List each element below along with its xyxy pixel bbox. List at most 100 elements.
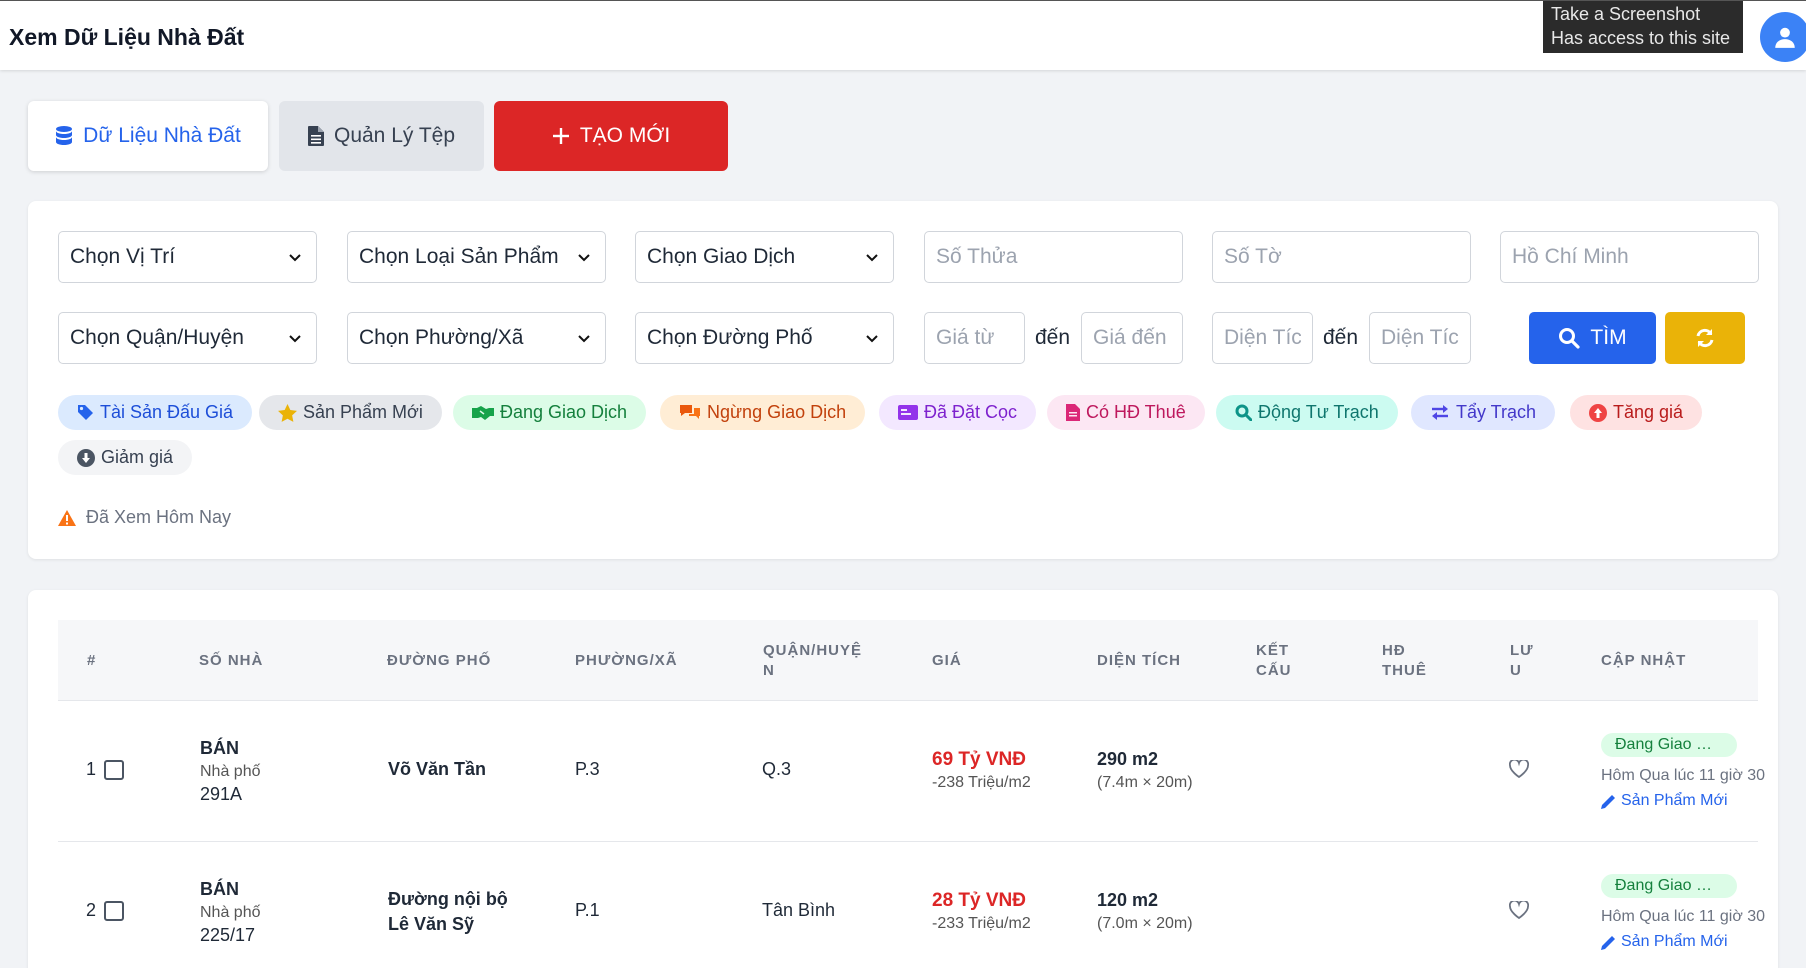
- header-save-line1: LƯ: [1510, 642, 1534, 659]
- tag-in-transaction[interactable]: Đang Giao Dịch: [453, 395, 647, 430]
- ward-select[interactable]: Chọn Phường/Xã: [347, 312, 606, 364]
- edit-link-label: Sản Phẩm Mới: [1621, 933, 1728, 950]
- updated-time: Hôm Qua lúc 11 giờ 30: [1601, 767, 1766, 784]
- header-index: #: [87, 652, 97, 669]
- transaction-select[interactable]: Chọn Giao Dịch: [635, 231, 894, 283]
- tab-real-estate-data[interactable]: Dữ Liệu Nhà Đất: [28, 101, 268, 171]
- header-price: GIÁ: [932, 652, 962, 669]
- tooltip-subtitle: Has access to this site: [1551, 28, 1731, 48]
- tag-stopped-transaction[interactable]: Ngừng Giao Dịch: [660, 395, 866, 430]
- chevron-down-icon: [866, 254, 878, 262]
- tooltip-title: Take a Screenshot: [1551, 4, 1701, 24]
- tag-tay-trach[interactable]: Tẩy Trạch: [1411, 395, 1556, 430]
- house-number: 225/17: [200, 925, 256, 945]
- row-checkbox[interactable]: [104, 760, 125, 781]
- chevron-down-icon: [866, 335, 878, 343]
- area-to-input[interactable]: Diện Tíc: [1369, 312, 1471, 364]
- ward-cell: P.1: [575, 900, 600, 920]
- header-save-line2: U: [1510, 662, 1522, 679]
- tag-dong-tu-trach[interactable]: Động Tư Trạch: [1216, 395, 1398, 430]
- tab-file-management[interactable]: Quản Lý Tệp: [279, 101, 484, 171]
- price-to-input[interactable]: Giá đến: [1081, 312, 1183, 364]
- row-index-cell: 1: [86, 759, 125, 781]
- edit-link[interactable]: Sản Phẩm Mới: [1601, 933, 1765, 951]
- create-new-label: TẠO MỚI: [579, 124, 671, 147]
- tag-dong-tu-trach-label: Động Tư Trạch: [1258, 402, 1379, 422]
- table-row[interactable]: 1 BÁN Nhà phố 291A Võ Văn Tần P.3 Q.3 69…: [58, 701, 1765, 842]
- header-ward: PHƯỜNG/XÃ: [575, 652, 678, 669]
- tag-auction-assets[interactable]: Tài Sản Đấu Giá: [58, 395, 253, 430]
- parcel-number-placeholder: Số Thửa: [936, 245, 1018, 268]
- search-icon: [1235, 404, 1252, 421]
- tab-real-estate-data-label: Dữ Liệu Nhà Đất: [83, 124, 241, 147]
- tag-price-decrease[interactable]: Giảm giá: [58, 440, 193, 475]
- district-cell: Q.3: [762, 759, 792, 779]
- area-total: 120 m2: [1097, 890, 1159, 910]
- price-from-input[interactable]: Giá từ: [924, 312, 1025, 364]
- save-heart-button[interactable]: [1508, 899, 1530, 924]
- product-type-select[interactable]: Chọn Loại Sản Phẩm: [347, 231, 606, 283]
- chevron-down-icon: [578, 254, 590, 262]
- tag-has-lease[interactable]: Có HĐ Thuê: [1047, 395, 1205, 430]
- product-type-select-value: Chọn Loại Sản Phẩm: [359, 245, 559, 268]
- tag-price-decrease-label: Giảm giá: [101, 447, 174, 467]
- header-structure-line2: CẤU: [1256, 662, 1292, 679]
- location-select[interactable]: Chọn Vị Trí: [58, 231, 317, 283]
- price-cell: 69 Tỷ VNĐ -238 Triệu/m2: [932, 748, 1031, 794]
- reset-button[interactable]: [1665, 312, 1745, 364]
- edit-link[interactable]: Sản Phẩm Mới: [1601, 792, 1765, 810]
- row-index: 1: [86, 759, 97, 779]
- street-select-value: Chọn Đường Phố: [647, 326, 813, 349]
- search-button[interactable]: TÌM: [1529, 312, 1656, 364]
- header-lease-line1: HĐ: [1382, 642, 1406, 659]
- star-icon: [278, 403, 297, 422]
- table-row[interactable]: 2 BÁN Nhà phố 225/17 Đường nội bộ Lê Văn…: [58, 842, 1765, 968]
- transaction-select-value: Chọn Giao Dịch: [647, 245, 796, 268]
- tag-stopped-transaction-label: Ngừng Giao Dịch: [707, 402, 847, 422]
- street-name-line2: Lê Văn Sỹ: [388, 914, 475, 934]
- sheet-number-input[interactable]: Số Tờ: [1212, 231, 1471, 283]
- header-structure: KẾT CẤU: [1256, 641, 1292, 681]
- area-to-placeholder: Diện Tíc: [1381, 326, 1459, 349]
- price-total: 28 Tỷ VNĐ: [932, 890, 1026, 911]
- house-number-cell: BÁN Nhà phố 225/17: [200, 878, 261, 947]
- tag-price-increase[interactable]: Tăng giá: [1570, 395, 1703, 430]
- street-cell: Đường nội bộ Lê Văn Sỹ: [388, 887, 508, 937]
- area-cell: 290 m2 (7.4m × 20m): [1097, 748, 1193, 794]
- updated-cell: Đang Giao Dịch Hôm Qua lúc 11 giờ 30 Sản…: [1601, 874, 1765, 951]
- create-new-button[interactable]: TẠO MỚI: [494, 101, 728, 171]
- price-per-m2: -238 Triệu/m2: [932, 774, 1031, 791]
- row-index-cell: 2: [86, 900, 125, 922]
- status-badge: Đang Giao Dịch: [1601, 733, 1737, 757]
- city-placeholder: Hồ Chí Minh: [1512, 245, 1629, 268]
- plus-icon: [552, 128, 569, 144]
- header-house-number: SỐ NHÀ: [199, 652, 264, 669]
- money-card-icon: [898, 405, 918, 420]
- district-select[interactable]: Chọn Quận/Huyện: [58, 312, 317, 364]
- street-name-line1: Đường nội bộ: [388, 889, 508, 909]
- filter-panel: Chọn Vị Trí Chọn Loại Sản Phẩm Chọn Giao…: [28, 201, 1778, 559]
- comments-icon: [680, 405, 700, 419]
- user-avatar[interactable]: [1760, 12, 1806, 62]
- save-heart-button[interactable]: [1508, 758, 1530, 783]
- pencil-icon: [1601, 935, 1615, 950]
- tag-deposited-label: Đã Đặt Cọc: [924, 402, 1018, 422]
- street-select[interactable]: Chọn Đường Phố: [635, 312, 894, 364]
- tag-new-product[interactable]: Sản Phẩm Mới: [259, 395, 442, 430]
- file-icon: [307, 126, 324, 146]
- tag-deposited[interactable]: Đã Đặt Cọc: [879, 395, 1037, 430]
- top-bar: Xem Dữ Liệu Nhà Đất Take a Screenshot Ha…: [0, 0, 1806, 70]
- tag-auction-assets-label: Tài Sản Đấu Giá: [100, 402, 234, 422]
- house-number: 291A: [200, 784, 243, 804]
- ward-select-value: Chọn Phường/Xã: [359, 326, 524, 349]
- row-checkbox[interactable]: [104, 901, 125, 922]
- price-range-separator: đến: [1035, 326, 1071, 349]
- property-kind: Nhà phố: [200, 904, 261, 921]
- tab-file-management-label: Quản Lý Tệp: [333, 124, 456, 147]
- city-input[interactable]: Hồ Chí Minh: [1500, 231, 1759, 283]
- listing-type: BÁN: [200, 879, 239, 899]
- price-total: 69 Tỷ VNĐ: [932, 749, 1026, 770]
- area-from-input[interactable]: Diện Tíc: [1212, 312, 1313, 364]
- parcel-number-input[interactable]: Số Thửa: [924, 231, 1183, 283]
- price-to-placeholder: Giá đến: [1093, 326, 1167, 349]
